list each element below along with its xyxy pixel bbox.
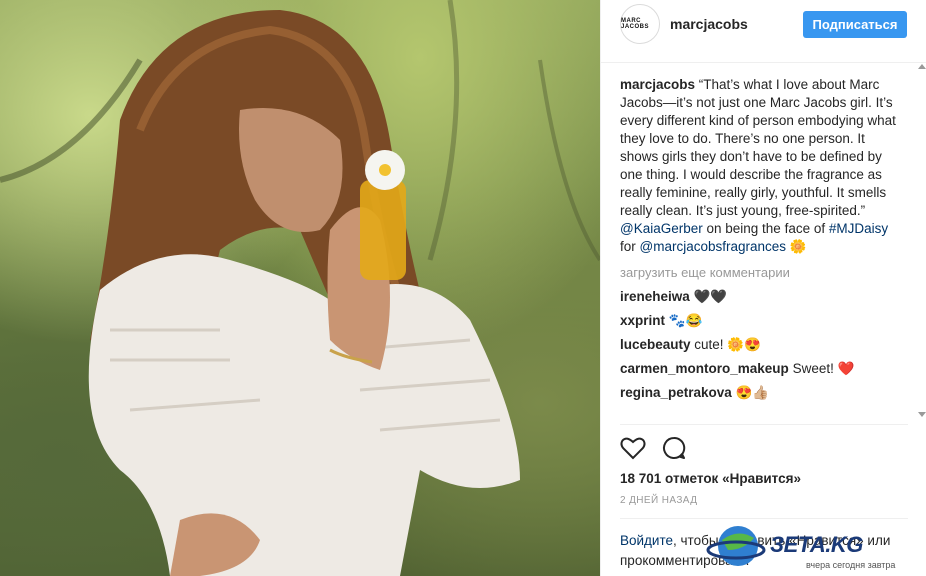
comment-item: regina_petrakova 😍👍🏼 xyxy=(620,384,900,402)
comment-username[interactable]: xxprint xyxy=(620,313,665,328)
caption-text-2: on being the face of xyxy=(702,221,829,236)
divider xyxy=(620,424,908,425)
caption-username[interactable]: marcjacobs xyxy=(620,77,695,92)
site-watermark: ЗЕТА.KG вчера сегодня завтра xyxy=(706,520,926,576)
caption-emoji: 🌼 xyxy=(789,239,807,254)
post-photo[interactable] xyxy=(0,0,600,576)
post-actions xyxy=(620,436,698,462)
comment-username[interactable]: ireneheiwa xyxy=(620,289,690,304)
divider xyxy=(620,518,908,519)
comment-text: 🖤🖤 xyxy=(689,289,728,304)
caption-hashtag[interactable]: #MJDaisy xyxy=(829,221,888,236)
comment-text: Sweet! ❤️ xyxy=(788,361,855,376)
post-timestamp: 2 ДНЕЙ НАЗАД xyxy=(620,495,698,506)
caption-mention-2[interactable]: @marcjacobsfragrances xyxy=(640,239,787,254)
scroll-up-arrow-icon[interactable] xyxy=(918,64,926,69)
post-side-panel: MARC JACOBS marcjacobs Подписаться marcj… xyxy=(600,0,926,576)
comment-item: xxprint 🐾😂 xyxy=(620,312,900,330)
comment-item: ireneheiwa 🖤🖤 xyxy=(620,288,900,306)
comments-list: marcjacobs “That’s what I love about Mar… xyxy=(620,76,900,424)
watermark-text: ЗЕТА.KG xyxy=(770,532,863,557)
avatar-logo-text: MARC JACOBS xyxy=(621,18,650,30)
caption: marcjacobs “That’s what I love about Mar… xyxy=(620,76,900,256)
comment-username[interactable]: regina_petrakova xyxy=(620,385,732,400)
globe-logo-icon xyxy=(706,526,766,566)
photo-illustration xyxy=(0,0,600,576)
comments-scrollbar[interactable] xyxy=(917,64,926,424)
comment-text: cute! 🌼😍 xyxy=(690,337,761,352)
likes-count[interactable]: 18 701 отметок «Нравится» xyxy=(620,471,801,486)
comment-item: lucebeauty cute! 🌼😍 xyxy=(620,336,900,354)
caption-text: “That’s what I love about Marc Jacobs—it… xyxy=(620,77,896,218)
comment-text: 🐾😂 xyxy=(665,313,703,328)
follow-button[interactable]: Подписаться xyxy=(803,11,907,38)
scroll-down-arrow-icon[interactable] xyxy=(918,412,926,417)
header-username[interactable]: marcjacobs xyxy=(670,16,748,32)
comment-icon[interactable] xyxy=(662,436,686,460)
load-more-comments-button[interactable]: загрузить еще комментарии xyxy=(620,264,900,282)
caption-text-3: for xyxy=(620,239,640,254)
comment-text: 😍👍🏼 xyxy=(731,385,770,400)
post-header: MARC JACOBS marcjacobs Подписаться xyxy=(601,0,926,63)
avatar[interactable]: MARC JACOBS xyxy=(620,4,660,44)
login-link[interactable]: Войдите xyxy=(620,533,673,548)
comment-username[interactable]: lucebeauty xyxy=(620,337,691,352)
comment-item: carmen_montoro_makeup Sweet! ❤️ xyxy=(620,360,900,378)
heart-icon[interactable] xyxy=(620,436,646,460)
caption-mention[interactable]: @KaiaGerber xyxy=(620,221,703,236)
watermark-subtitle: вчера сегодня завтра xyxy=(806,560,896,570)
comment-username[interactable]: carmen_montoro_makeup xyxy=(620,361,789,376)
